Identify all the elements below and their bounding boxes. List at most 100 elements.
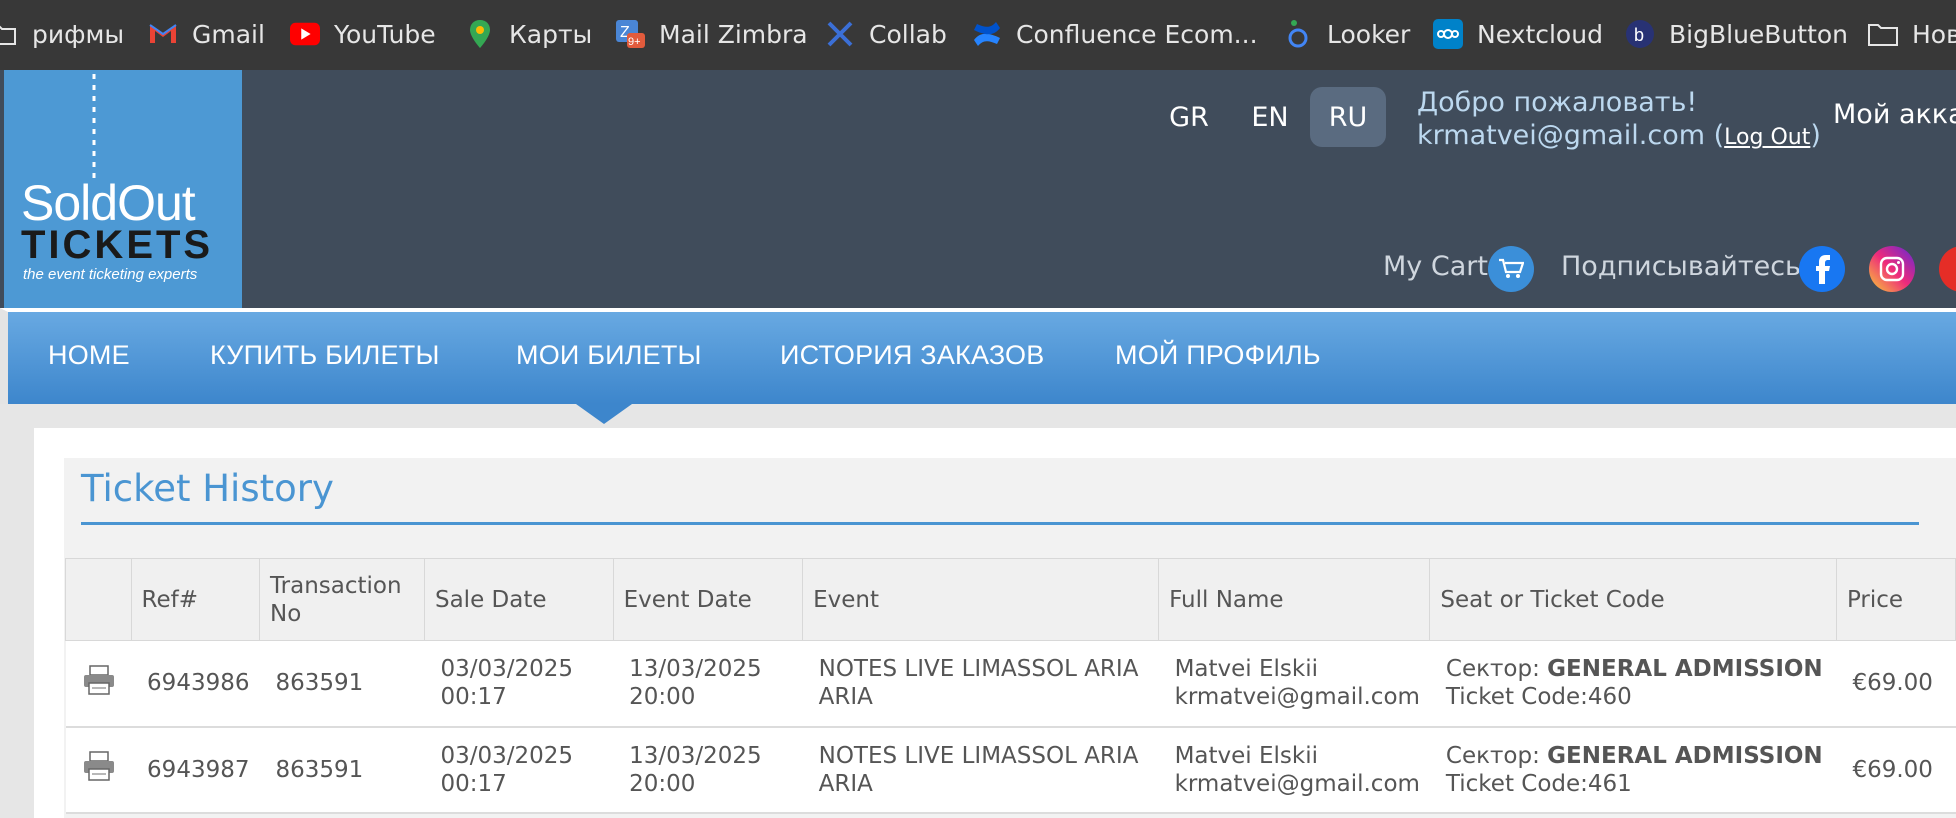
sector-label: Сектор: [1445,742,1540,769]
my-cart-link[interactable]: My Cart [1383,251,1488,282]
my-account-link[interactable]: Мой акка [1833,99,1956,130]
sector-value: GENERAL ADMISSION [1547,742,1823,769]
instagram-icon[interactable] [1869,246,1915,292]
event-date-cell: 13/03/2025 20:00 [613,726,803,814]
facebook-icon[interactable] [1799,246,1845,292]
lang-label: EN [1251,101,1289,133]
bookmark-zimbra[interactable]: Z 9+ Mail Zimbra [615,0,808,68]
bigbluebutton-icon: b [1625,19,1655,49]
bookmark-youtube[interactable]: YouTube [290,0,436,68]
gmail-icon [148,19,178,49]
cart-icon[interactable] [1488,246,1534,292]
transaction-cell: 863591 [259,640,425,728]
bookmark-rifmy[interactable]: рифмы [0,0,124,68]
bookmark-label: Nextcloud [1477,19,1603,49]
bookmark-confluence[interactable]: Confluence Ecom... [972,0,1258,68]
active-nav-indicator [576,404,632,424]
column-header-transaction: Transaction No [258,558,425,641]
column-header-ref: Ref# [130,558,260,641]
sale-time: 00:17 [440,770,507,797]
full-name-cell: Matvei Elskii krmatvei@gmail.com [1158,726,1430,814]
table-header-row: Ref# Transaction No Sale Date Event Date… [65,558,1956,641]
folder-icon [1868,19,1898,49]
ticket-history-title: Ticket History [81,467,334,510]
welcome-block: Добро пожаловать! krmatvei@gmail.com (Lo… [1417,87,1821,151]
bookmark-label: Нов [1912,19,1956,49]
column-header-event: Event [802,558,1160,641]
maps-pin-icon [465,19,495,49]
lang-label: GR [1169,101,1209,133]
price-cell: €69.00 [1836,726,1956,814]
bookmark-label: Looker [1327,19,1411,49]
lang-gr-button[interactable]: GR [1155,87,1223,147]
print-cell [65,726,132,814]
nextcloud-icon [1433,19,1463,49]
full-name: Matvei Elskii [1174,742,1318,769]
lang-ru-button[interactable]: RU [1310,87,1386,147]
looker-icon [1283,19,1313,49]
event-date-cell: 13/03/2025 20:00 [613,640,803,728]
printer-icon[interactable] [82,751,116,781]
bookmark-gmail[interactable]: Gmail [148,0,265,68]
svg-text:b: b [1634,25,1644,45]
lang-label: RU [1328,101,1368,133]
sale-date-cell: 03/03/2025 00:17 [424,640,614,728]
sector-label: Сектор: [1445,656,1540,683]
bookmark-new-folder[interactable]: Нов [1868,0,1956,68]
bookmark-label: Collab [869,19,947,49]
price-cell: €69.00 [1836,640,1956,728]
event-cell: NOTES LIVE LIMASSOL ARIA ARIA [802,640,1159,728]
nav-my-profile[interactable]: МОЙ ПРОФИЛЬ [1115,340,1321,371]
event-date: 13/03/2025 [629,742,762,769]
sector-value: GENERAL ADMISSION [1547,656,1823,683]
table-row: 6943987 863591 03/03/2025 00:17 13/03/202… [65,726,1956,814]
full-name: Matvei Elskii [1174,656,1318,683]
bookmark-maps[interactable]: Карты [465,0,592,68]
logout-link[interactable]: Log Out [1724,125,1810,150]
column-header-full-name: Full Name [1158,558,1431,641]
ref-cell: 6943986 [131,640,260,728]
collab-icon [825,19,855,49]
column-header-event-date: Event Date [612,558,804,641]
nav-my-tickets[interactable]: МОИ БИЛЕТЫ [516,340,702,371]
bookmark-bigbluebutton[interactable]: b BigBlueButton [1625,0,1848,68]
event-cell: NOTES LIVE LIMASSOL ARIA ARIA [802,726,1159,814]
transaction-cell: 863591 [259,726,425,814]
table-row: 6943986 863591 03/03/2025 00:17 13/03/202… [65,640,1956,728]
soldout-tickets-logo[interactable]: SoldOut TICKETS the event ticketing expe… [4,70,242,308]
bookmark-collab[interactable]: Collab [825,0,947,68]
bookmark-label: BigBlueButton [1669,19,1849,49]
user-email: krmatvei@gmail.com [1417,120,1706,151]
full-name-cell: Matvei Elskii krmatvei@gmail.com [1158,640,1430,728]
column-header-sale-date: Sale Date [423,558,614,641]
printer-icon[interactable] [82,665,116,695]
lang-en-button[interactable]: EN [1237,87,1303,147]
folder-icon [0,19,18,49]
email: krmatvei@gmail.com [1174,770,1420,797]
sale-date: 03/03/2025 [440,742,574,769]
nav-order-history[interactable]: ИСТОРИЯ ЗАКАЗОВ [780,340,1044,371]
zimbra-badge: 9+ [628,36,641,48]
bookmark-nextcloud[interactable]: Nextcloud [1433,0,1603,68]
subscribe-label: Подписывайтесь [1561,251,1801,282]
bookmark-looker[interactable]: Looker [1283,0,1410,68]
event-time: 20:00 [629,770,696,797]
sale-date-cell: 03/03/2025 00:17 [424,726,614,814]
main-nav: HOME КУПИТЬ БИЛЕТЫ МОИ БИЛЕТЫ ИСТОРИЯ ЗА… [0,308,1956,404]
nav-buy-tickets[interactable]: КУПИТЬ БИЛЕТЫ [210,340,440,371]
youtube-icon [290,19,320,49]
confluence-icon [972,19,1002,49]
ticket-code: Ticket Code:460 [1445,684,1632,711]
print-cell [65,640,132,728]
nav-home[interactable]: HOME [48,340,130,371]
event-time: 20:00 [629,684,696,711]
email: krmatvei@gmail.com [1174,684,1420,711]
ticket-code: Ticket Code:461 [1445,770,1632,797]
sale-time: 00:17 [440,684,507,711]
logo-tickets-text: TICKETS [21,223,214,267]
bookmarks-bar: рифмы Gmail YouTube Карты Z 9+ Mail Zimbr… [0,0,1956,70]
ref-cell: 6943987 [131,726,260,814]
logo-tagline: the event ticketing experts [23,266,198,283]
sale-date: 03/03/2025 [440,656,574,683]
seat-cell: Сектор: GENERAL ADMISSION Ticket Code:460 [1429,640,1837,728]
